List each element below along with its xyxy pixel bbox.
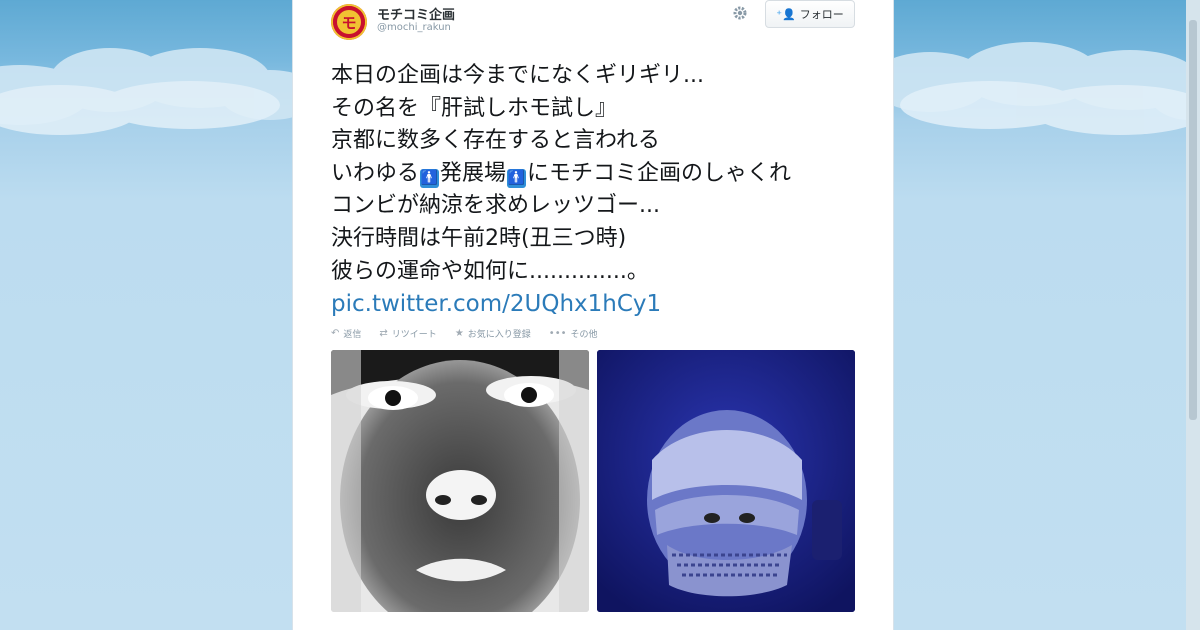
tweet-line: その名を『肝試しホモ試し』 xyxy=(331,95,618,121)
tweet-text-segment: いわゆる xyxy=(331,160,420,186)
user-name[interactable]: モチコミ企画 xyxy=(377,4,455,23)
wrapped-head-photo-image xyxy=(597,350,855,612)
avatar-logo-icon: モ xyxy=(333,6,365,38)
retweet-label: リツイート xyxy=(391,329,437,340)
tweet-line: いわゆる 🚹発展場 🚹にモチコミ企画のしゃくれ xyxy=(331,158,871,191)
more-icon: ••• xyxy=(548,327,567,339)
tweet-line: 彼らの運命や如何に..............。 xyxy=(331,258,649,284)
reply-button[interactable]: ↶ 返信 xyxy=(331,327,361,340)
tweet-card: モ モチコミ企画 @mochi_rakun ⁺👤 フォロー 本日の企画は今までに… xyxy=(292,0,894,630)
reply-icon: ↶ xyxy=(331,327,340,339)
tweet-photo-right[interactable] xyxy=(597,350,855,612)
follow-button[interactable]: ⁺👤 フォロー xyxy=(765,0,855,28)
follow-button-label: フォロー xyxy=(799,8,844,21)
tweet-line: 本日の企画は今までになくギリギリ... xyxy=(331,63,704,88)
retweet-button[interactable]: ⇄ リツイート xyxy=(379,327,436,340)
tweet-text-segment: 発展場 xyxy=(440,160,507,186)
avatar[interactable]: モ xyxy=(331,4,367,40)
favorite-label: お気に入り登録 xyxy=(467,329,531,340)
restroom-icon: 🚹 xyxy=(507,168,527,188)
reply-label: 返信 xyxy=(343,329,362,340)
tweet-line: pic.twitter.com/2UQhx1hCy1 xyxy=(331,288,871,321)
more-label: その他 xyxy=(570,329,598,340)
tweet-line: 決行時間は午前2時(丑三つ時) xyxy=(331,225,627,251)
gear-icon[interactable] xyxy=(731,4,749,22)
tweet-photo-left[interactable] xyxy=(331,350,589,612)
user-handle[interactable]: @mochi_rakun xyxy=(377,22,451,33)
tweet-media-link[interactable]: pic.twitter.com/2UQhx1hCy1 xyxy=(331,291,661,317)
svg-text:モ: モ xyxy=(341,14,356,32)
tweet-line: 京都に数多く存在すると言われる xyxy=(331,128,660,154)
follow-user-icon: ⁺👤 xyxy=(776,7,796,21)
restroom-icon: 🚹 xyxy=(420,168,440,188)
tweet-text: 本日の企画は今までになくギリギリ... その名を『肝試しホモ試し』 京都に数多く… xyxy=(331,60,871,321)
tweet-line: コンビが納涼を求めレッツゴー... xyxy=(331,193,660,219)
face-photo-image xyxy=(331,350,589,612)
more-button[interactable]: ••• その他 xyxy=(549,327,598,340)
retweet-icon: ⇄ xyxy=(379,327,388,339)
favorite-button[interactable]: ★ お気に入り登録 xyxy=(455,327,531,340)
tweet-text-segment: にモチコミ企画のしゃくれ xyxy=(527,160,792,186)
tweet-actions: ↶ 返信 ⇄ リツイート ★ お気に入り登録 ••• その他 xyxy=(331,325,598,341)
favorite-icon: ★ xyxy=(454,327,464,339)
